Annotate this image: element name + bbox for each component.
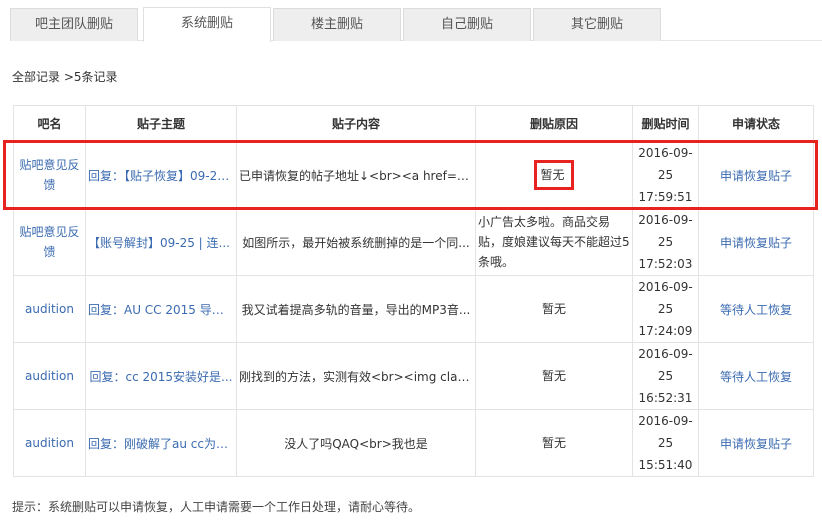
waiting-manual-restore-link[interactable]: 等待人工恢复 [720, 303, 792, 317]
delete-date: 2016-09-25 [638, 414, 693, 450]
delete-time: 15:51:40 [638, 458, 693, 472]
delete-reason: 暂无 [534, 160, 574, 190]
deleted-posts-table: 吧名 贴子主题 贴子内容 删贴原因 删贴时间 申请状态 贴吧意见反馈 回复：【贴… [13, 105, 814, 477]
bar-name-link[interactable]: audition [25, 302, 74, 316]
delete-reason: 小广告太多啦。商品交易贴，度娘建议每天不能超过5条哦。 [478, 215, 630, 269]
apply-restore-link[interactable]: 申请恢复贴子 [720, 437, 792, 451]
table-row: 贴吧意见反馈 【账号解封】09-25 | 连... 如图所示，最开始被系统删掉的… [13, 208, 814, 276]
post-subject-link[interactable]: 【账号解封】09-25 | 连... [87, 234, 236, 251]
bar-name-link[interactable]: 贴吧意见反馈 [15, 155, 85, 195]
post-content: 已申请恢复的帖子地址↓<br><a href="http:... [239, 168, 475, 183]
post-content: 我又试着提高多轨的音量，导出的MP3音... [241, 302, 471, 317]
tab-other-deleted[interactable]: 其它删贴 [533, 8, 661, 41]
post-subject-link[interactable]: 回复：【贴子恢复】09-25 ... [87, 167, 236, 184]
post-content: 没人了吗QAQ<br>我也是 [284, 436, 428, 451]
delete-time: 17:59:51 [638, 190, 693, 204]
col-header-status: 申请状态 [698, 105, 814, 142]
tab-bar-owner-deleted[interactable]: 吧主团队删贴 [10, 8, 138, 41]
delete-reason: 暂无 [541, 436, 566, 450]
apply-restore-link[interactable]: 申请恢复贴子 [720, 169, 792, 183]
table-row: 贴吧意见反馈 回复：【贴子恢复】09-25 ... 已申请恢复的帖子地址↓<br… [13, 141, 814, 209]
post-subject-link[interactable]: 回复：cc 2015安装好是... [87, 368, 236, 385]
table-header-row: 吧名 贴子主题 贴子内容 删贴原因 删贴时间 申请状态 [13, 105, 814, 142]
col-header-reason: 删贴原因 [475, 105, 633, 142]
table-row: audition 回复：cc 2015安装好是... 刚找到的方法，实测有效<b… [13, 342, 814, 410]
apply-restore-link[interactable]: 申请恢复贴子 [720, 236, 792, 250]
col-header-bar: 吧名 [13, 105, 86, 142]
bar-name-link[interactable]: audition [25, 369, 74, 383]
record-summary: 全部记录 >5条记录 [12, 70, 118, 84]
delete-reason: 暂无 [541, 302, 566, 316]
tab-thread-owner-deleted[interactable]: 楼主删贴 [273, 8, 401, 41]
tab-system-deleted[interactable]: 系统删贴 [143, 7, 271, 42]
post-subject-link[interactable]: 回复：AU CC 2015 导出... [87, 301, 236, 318]
waiting-manual-restore-link[interactable]: 等待人工恢复 [720, 370, 792, 384]
col-header-time: 删贴时间 [632, 105, 699, 142]
post-content: 刚找到的方法，实测有效<br><img class=... [239, 369, 475, 384]
table-row: audition 回复：AU CC 2015 导出... 我又试着提高多轨的音量… [13, 275, 814, 343]
delete-time: 17:52:03 [638, 257, 693, 271]
tab-self-deleted[interactable]: 自己删贴 [403, 8, 531, 41]
bar-name-link[interactable]: audition [25, 436, 74, 450]
delete-date: 2016-09-25 [638, 347, 693, 383]
bar-name-link[interactable]: 贴吧意见反馈 [15, 222, 85, 262]
table-row: audition 回复：刚破解了au cc为什... 没人了吗QAQ<br>我也… [13, 409, 814, 477]
tab-bar: 吧主团队删贴 系统删贴 楼主删贴 自己删贴 其它删贴 [10, 6, 822, 42]
delete-time: 16:52:31 [638, 391, 693, 405]
delete-date: 2016-09-25 [638, 280, 693, 316]
delete-time: 17:24:09 [638, 324, 693, 338]
col-header-content: 贴子内容 [236, 105, 476, 142]
delete-date: 2016-09-25 [638, 146, 693, 182]
post-subject-link[interactable]: 回复：刚破解了au cc为什... [87, 435, 236, 452]
col-header-subject: 贴子主题 [85, 105, 237, 142]
delete-date: 2016-09-25 [638, 213, 693, 249]
post-content: 如图所示，最开始被系统删掉的是一个同... [242, 235, 470, 250]
delete-reason: 暂无 [541, 369, 566, 383]
footer-tip: 提示：系统删贴可以申请恢复，人工申请需要一个工作日处理，请耐心等待。 [12, 500, 421, 514]
